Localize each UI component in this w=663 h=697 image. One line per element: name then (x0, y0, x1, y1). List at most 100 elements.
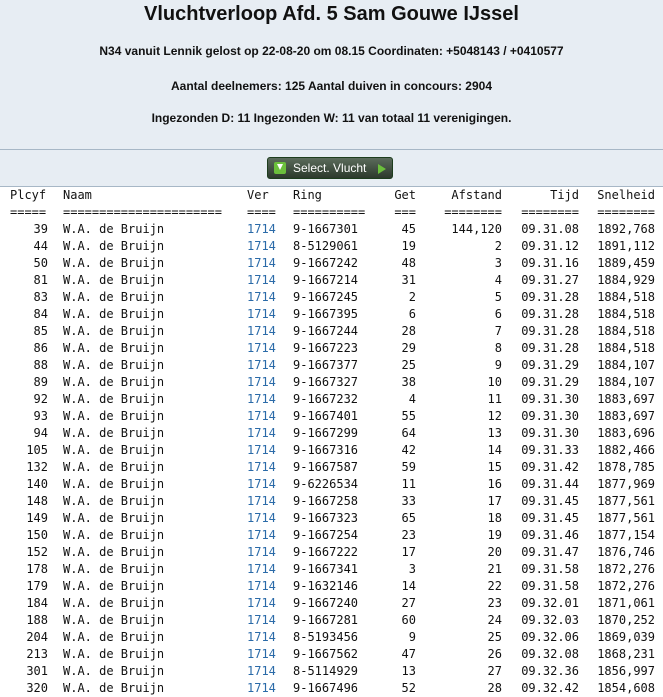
cell-afstand: 28 (487, 681, 502, 695)
cell-ver-link[interactable]: 1714 (247, 680, 293, 697)
cell-ver-link[interactable]: 1714 (247, 459, 293, 476)
cell-tijd: 09.32.08 (521, 647, 579, 661)
cell-afstand: 6 (494, 307, 502, 321)
cell-ver-link[interactable]: 1714 (247, 374, 293, 391)
cell-ver-link[interactable]: 1714 (247, 306, 293, 323)
cell-ver-link[interactable]: 1714 (247, 629, 293, 646)
table-row: 39 W.A. de Bruijn 1714 9-1667301 45 144,120 09… (0, 221, 655, 238)
cell-ver-link[interactable]: 1714 (247, 425, 293, 442)
cell-get: 38 (401, 375, 416, 389)
cell-ver-link[interactable]: 1714 (247, 510, 293, 527)
cell-plcyf: 85 (33, 324, 48, 338)
cell-get: 33 (401, 494, 416, 508)
cell-afstand: 11 (487, 392, 502, 406)
table-row: 188 W.A. de Bruijn 1714 9-1667281 60 24 09.32.… (0, 612, 655, 629)
cell-ver-link[interactable]: 1714 (247, 663, 293, 680)
cell-afstand: 8 (494, 341, 502, 355)
sep-ring: ========== (293, 205, 366, 219)
cell-naam: W.A. de Bruijn (63, 511, 165, 525)
download-icon (274, 162, 286, 174)
cell-ver-link[interactable]: 1714 (247, 272, 293, 289)
cell-get: 3 (408, 562, 416, 576)
col-tijd-header: Tijd (550, 188, 579, 202)
table-row: 152 W.A. de Bruijn 1714 9-1667222 17 20 09.31.… (0, 544, 655, 561)
cell-ver-link[interactable]: 1714 (247, 391, 293, 408)
cell-ver-link[interactable]: 1714 (247, 238, 293, 255)
cell-naam: W.A. de Bruijn (63, 596, 165, 610)
page-title: Vluchtverloop Afd. 5 Sam Gouwe IJssel (144, 3, 519, 25)
results-table: Plcyf Naam Ver Ring Get Afstand Tijd Sne… (0, 187, 655, 697)
cell-get: 60 (401, 613, 416, 627)
sep-ver: ==== (247, 205, 276, 219)
cell-plcyf: 148 (26, 494, 48, 508)
cell-afstand: 22 (487, 579, 502, 593)
cell-ring: 9-1632146 (293, 579, 359, 593)
cell-snelheid: 1876,746 (597, 545, 655, 559)
cell-naam: W.A. de Bruijn (63, 409, 165, 423)
cell-get: 55 (401, 409, 416, 423)
cell-ver-link[interactable]: 1714 (247, 595, 293, 612)
cell-get: 65 (401, 511, 416, 525)
cell-naam: W.A. de Bruijn (63, 630, 165, 644)
cell-get: 2 (408, 290, 416, 304)
cell-naam: W.A. de Bruijn (63, 222, 165, 236)
cell-ring: 9-1667222 (293, 545, 359, 559)
table-row: 81 W.A. de Bruijn 1714 9-1667214 31 4 09.31.27… (0, 272, 655, 289)
cell-get: 19 (401, 239, 416, 253)
cell-ring: 9-1667258 (293, 494, 359, 508)
sep-plcyf: ===== (10, 205, 47, 219)
cell-ver-link[interactable]: 1714 (247, 544, 293, 561)
cell-afstand: 10 (487, 375, 502, 389)
cell-naam: W.A. de Bruijn (63, 494, 165, 508)
cell-get: 23 (401, 528, 416, 542)
cell-ver-link[interactable]: 1714 (247, 493, 293, 510)
cell-tijd: 09.31.29 (521, 375, 579, 389)
cell-ver-link[interactable]: 1714 (247, 323, 293, 340)
cell-snelheid: 1889,459 (597, 256, 655, 270)
cell-tijd: 09.32.42 (521, 681, 579, 695)
cell-ring: 9-1667244 (293, 324, 359, 338)
cell-ver-link[interactable]: 1714 (247, 561, 293, 578)
cell-snelheid: 1884,107 (597, 358, 655, 372)
select-flight-button[interactable]: Select. Vlucht (267, 157, 393, 179)
cell-tijd: 09.32.03 (521, 613, 579, 627)
cell-ver-link[interactable]: 1714 (247, 289, 293, 306)
cell-ring: 9-1667299 (293, 426, 359, 440)
cell-plcyf: 179 (26, 579, 48, 593)
cell-ver-link[interactable]: 1714 (247, 221, 293, 238)
cell-tijd: 09.31.45 (521, 494, 579, 508)
sep-get: === (394, 205, 416, 219)
cell-get: 25 (401, 358, 416, 372)
cell-ring: 9-1667316 (293, 443, 359, 457)
cell-snelheid: 1883,697 (597, 409, 655, 423)
cell-plcyf: 132 (26, 460, 48, 474)
cell-ver-link[interactable]: 1714 (247, 357, 293, 374)
cell-plcyf: 94 (33, 426, 48, 440)
cell-ver-link[interactable]: 1714 (247, 527, 293, 544)
table-row: 320 W.A. de Bruijn 1714 9-1667496 52 28 09.32.… (0, 680, 655, 697)
table-row: 86 W.A. de Bruijn 1714 9-1667223 29 8 09.31.28… (0, 340, 655, 357)
cell-ver-link[interactable]: 1714 (247, 646, 293, 663)
cell-snelheid: 1884,518 (597, 324, 655, 338)
cell-ver-link[interactable]: 1714 (247, 442, 293, 459)
cell-ver-link[interactable]: 1714 (247, 408, 293, 425)
cell-afstand: 16 (487, 477, 502, 491)
cell-naam: W.A. de Bruijn (63, 290, 165, 304)
cell-tijd: 09.31.58 (521, 562, 579, 576)
cell-ver-link[interactable]: 1714 (247, 340, 293, 357)
cell-snelheid: 1884,518 (597, 341, 655, 355)
cell-ver-link[interactable]: 1714 (247, 578, 293, 595)
cell-ver-link[interactable]: 1714 (247, 255, 293, 272)
table-row: 83 W.A. de Bruijn 1714 9-1667245 2 5 09.31.28 1… (0, 289, 655, 306)
cell-get: 64 (401, 426, 416, 440)
cell-ver-link[interactable]: 1714 (247, 612, 293, 629)
cell-ring: 9-1667587 (293, 460, 359, 474)
cell-tijd: 09.31.12 (521, 239, 579, 253)
cell-naam: W.A. de Bruijn (63, 477, 165, 491)
cell-ver-link[interactable]: 1714 (247, 476, 293, 493)
cell-plcyf: 84 (33, 307, 48, 321)
cell-naam: W.A. de Bruijn (63, 392, 165, 406)
toolbar: Select. Vlucht (0, 150, 663, 187)
cell-plcyf: 92 (33, 392, 48, 406)
cell-afstand: 15 (487, 460, 502, 474)
